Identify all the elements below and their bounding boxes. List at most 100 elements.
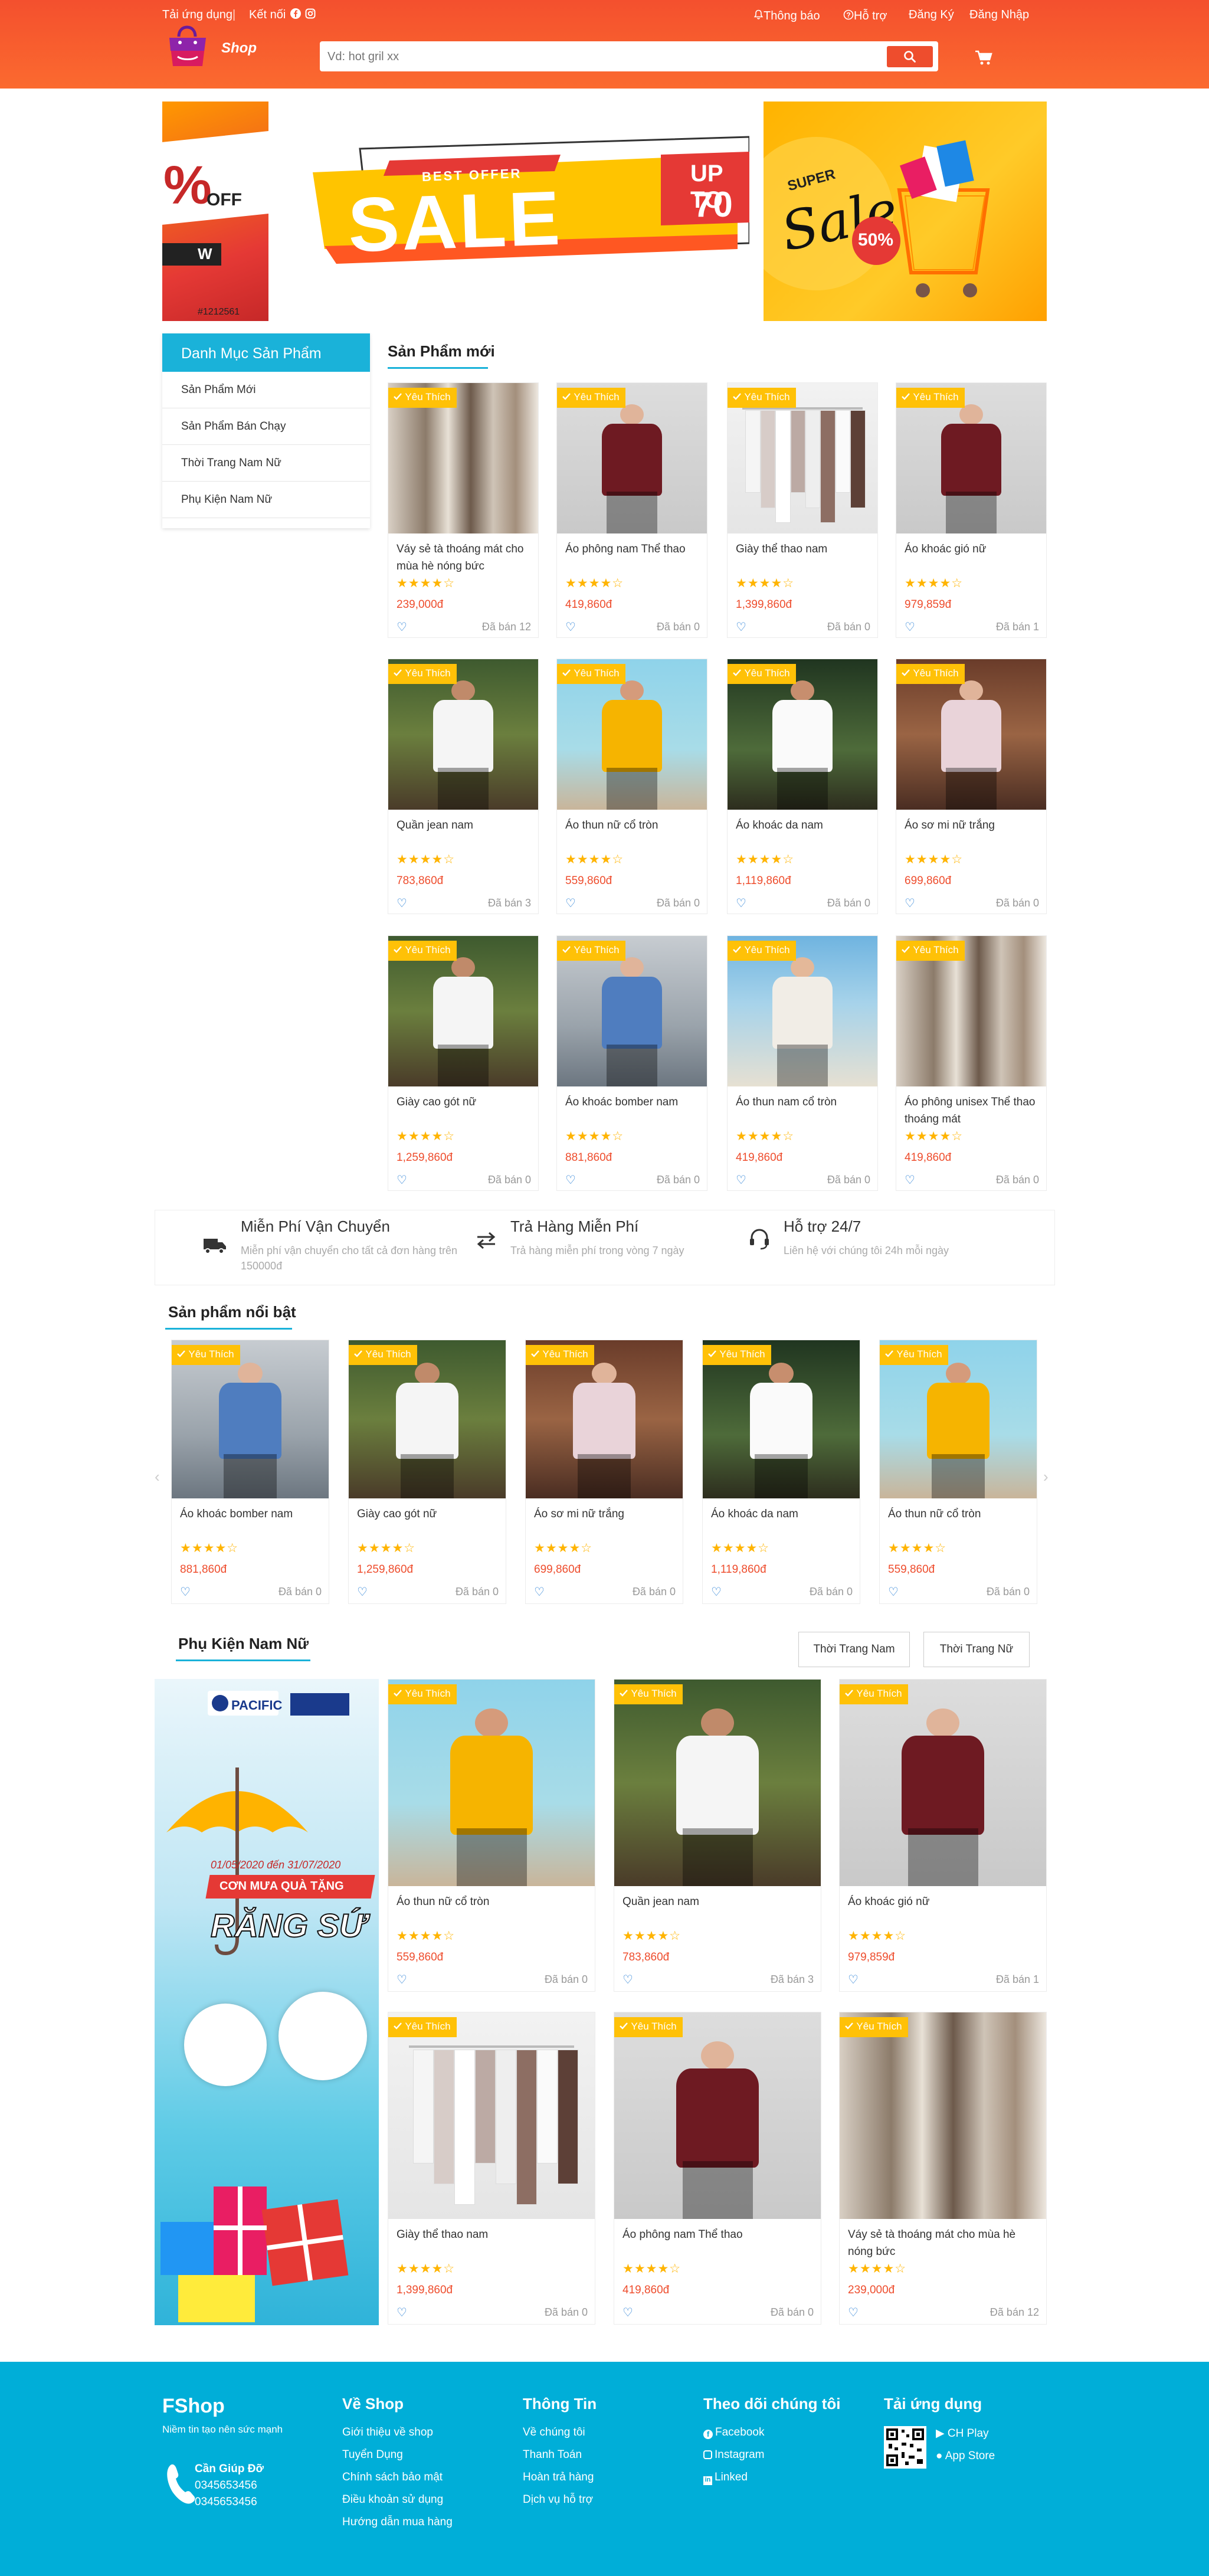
product-name[interactable]: Giày thể thao nam	[736, 541, 871, 558]
product-name[interactable]: Áo thun nữ cổ tròn	[565, 817, 700, 834]
search-button[interactable]	[887, 46, 933, 67]
product-image[interactable]: Yêu Thích	[526, 1340, 683, 1498]
product-card[interactable]: Yêu Thích Áo sơ mi nữ trắng ★★★★☆ 699,86…	[525, 1340, 683, 1604]
product-name[interactable]: Áo khoác gió nữ	[848, 1893, 1034, 1910]
product-card[interactable]: Yêu Thích Áo thun nam cổ tròn ★★★★☆ 419,…	[727, 935, 878, 1191]
sidebar-item-new-products[interactable]: Sản Phẩm Mới	[162, 372, 370, 408]
heart-icon[interactable]: ♡	[565, 896, 576, 911]
heart-icon[interactable]: ♡	[905, 1173, 915, 1187]
notifications-link[interactable]: Thông báo	[753, 8, 820, 22]
product-image[interactable]: Yêu Thích	[728, 383, 877, 533]
heart-icon[interactable]: ♡	[397, 620, 407, 634]
product-image[interactable]: Yêu Thích	[388, 383, 538, 533]
product-card[interactable]: Yêu Thích Áo thun nữ cổ tròn ★★★★☆ 559,8…	[388, 1679, 595, 1992]
heart-icon[interactable]: ♡	[736, 1173, 746, 1187]
product-name[interactable]: Áo khoác bomber nam	[180, 1505, 321, 1523]
product-image[interactable]: Yêu Thích	[840, 1680, 1046, 1886]
carousel-prev-arrow-icon[interactable]: ‹	[155, 1468, 160, 1486]
product-name[interactable]: Áo khoác da nam	[736, 817, 871, 834]
appstore-link[interactable]: ● App Store	[936, 2450, 1018, 2463]
promo-banner[interactable]: PACIFIC 01/05/2020 đến 31/07/2020 CƠN MƯ…	[155, 1679, 379, 2325]
sidebar-item-fashion[interactable]: Thời Trang Nam Nữ	[162, 445, 370, 482]
product-card[interactable]: Yêu Thích Áo thun nữ cổ tròn ★★★★☆ 559,8…	[556, 659, 707, 914]
product-card[interactable]: Yêu Thích Giày cao gót nữ ★★★★☆ 1,259,86…	[388, 935, 539, 1191]
footer-linkedin-link[interactable]: in Linked	[703, 2471, 841, 2485]
heart-icon[interactable]: ♡	[565, 1173, 576, 1187]
cart-icon[interactable]	[975, 50, 992, 66]
product-card[interactable]: Yêu Thích Áo phông unisex Thể thao thoán…	[896, 935, 1047, 1191]
heart-icon[interactable]: ♡	[888, 1585, 899, 1599]
product-name[interactable]: Giày thể thao nam	[397, 2226, 582, 2243]
footer-link[interactable]: Dịch vụ hỗ trợ	[523, 2493, 597, 2506]
banner-left[interactable]: % OFF W #1212561	[162, 102, 268, 321]
product-image[interactable]: Yêu Thích	[840, 2012, 1046, 2219]
product-image[interactable]: Yêu Thích	[614, 1680, 821, 1886]
heart-icon[interactable]: ♡	[397, 1173, 407, 1187]
product-image[interactable]: Yêu Thích	[703, 1340, 860, 1498]
product-image[interactable]: Yêu Thích	[896, 659, 1046, 810]
shop-logo[interactable]: Shop	[162, 24, 263, 74]
product-image[interactable]: Yêu Thích	[896, 383, 1046, 533]
sidebar-item-best-sellers[interactable]: Sản Phẩm Bán Chạy	[162, 408, 370, 445]
product-image[interactable]: Yêu Thích	[172, 1340, 329, 1498]
facebook-icon[interactable]	[290, 8, 301, 22]
product-name[interactable]: Áo phông nam Thể thao	[565, 541, 700, 558]
footer-link[interactable]: Về chúng tôi	[523, 2426, 597, 2439]
footer-link[interactable]: Thanh Toán	[523, 2449, 597, 2462]
sidebar-item-accessories[interactable]: Phụ Kiện Nam Nữ	[162, 482, 370, 518]
tab-women-fashion[interactable]: Thời Trang Nữ	[923, 1632, 1030, 1667]
heart-icon[interactable]: ♡	[622, 1972, 633, 1987]
product-card[interactable]: Yêu Thích Áo phông nam Thể thao ★★★★☆ 41…	[614, 2012, 821, 2325]
heart-icon[interactable]: ♡	[905, 896, 915, 911]
product-name[interactable]: Váy sẻ tà thoáng mát cho mùa hè nóng bức	[397, 541, 532, 575]
footer-facebook-link[interactable]: f Facebook	[703, 2426, 841, 2439]
footer-instagram-link[interactable]: Instagram	[703, 2449, 841, 2462]
product-card[interactable]: Yêu Thích Áo khoác bomber nam ★★★★☆ 881,…	[171, 1340, 329, 1604]
product-card[interactable]: Yêu Thích Áo thun nữ cổ tròn ★★★★☆ 559,8…	[879, 1340, 1037, 1604]
footer-phone-2[interactable]: 0345653456	[195, 2496, 313, 2509]
product-image[interactable]: Yêu Thích	[880, 1340, 1037, 1498]
product-name[interactable]: Quần jean nam	[622, 1893, 808, 1910]
product-card[interactable]: Yêu Thích Áo khoác da nam ★★★★☆ 1,119,86…	[727, 659, 878, 914]
heart-icon[interactable]: ♡	[736, 620, 746, 634]
product-card[interactable]: Yêu Thích Áo khoác gió nữ ★★★★☆ 979,859đ…	[839, 1679, 1047, 1992]
footer-phone-1[interactable]: 0345653456	[195, 2479, 313, 2492]
heart-icon[interactable]: ♡	[905, 620, 915, 634]
product-name[interactable]: Áo thun nam cổ tròn	[736, 1094, 871, 1111]
product-image[interactable]: Yêu Thích	[388, 2012, 595, 2219]
heart-icon[interactable]: ♡	[534, 1585, 545, 1599]
carousel-next-arrow-icon[interactable]: ›	[1043, 1468, 1049, 1486]
product-card[interactable]: Yêu Thích Áo phông nam Thể thao ★★★★☆ 41…	[556, 382, 707, 638]
product-card[interactable]: Yêu Thích Giày thể thao nam ★★★★☆ 1,399,…	[727, 382, 878, 638]
product-card[interactable]: Yêu Thích Quần jean nam ★★★★☆ 783,860đ ♡…	[388, 659, 539, 914]
search-input[interactable]	[327, 48, 888, 66]
product-name[interactable]: Áo khoác gió nữ	[905, 541, 1040, 558]
product-image[interactable]: Yêu Thích	[557, 936, 707, 1086]
product-image[interactable]: Yêu Thích	[388, 659, 538, 810]
product-image[interactable]: Yêu Thích	[388, 936, 538, 1086]
product-name[interactable]: Áo khoác bomber nam	[565, 1094, 700, 1111]
product-image[interactable]: Yêu Thích	[388, 1680, 595, 1886]
heart-icon[interactable]: ♡	[622, 2305, 633, 2320]
product-name[interactable]: Váy sẻ tà thoáng mát cho mùa hè nóng bức	[848, 2226, 1034, 2260]
heart-icon[interactable]: ♡	[848, 2305, 859, 2320]
heart-icon[interactable]: ♡	[397, 2305, 407, 2320]
product-name[interactable]: Áo phông nam Thể thao	[622, 2226, 808, 2243]
product-image[interactable]: Yêu Thích	[896, 936, 1046, 1086]
heart-icon[interactable]: ♡	[711, 1585, 722, 1599]
product-image[interactable]: Yêu Thích	[557, 659, 707, 810]
product-card[interactable]: Yêu Thích Áo sơ mi nữ trắng ★★★★☆ 699,86…	[896, 659, 1047, 914]
heart-icon[interactable]: ♡	[848, 1972, 859, 1987]
product-card[interactable]: Yêu Thích Váy sẻ tà thoáng mát cho mùa h…	[839, 2012, 1047, 2325]
footer-link[interactable]: Giới thiệu về shop	[342, 2426, 453, 2439]
footer-link[interactable]: Điều khoản sử dụng	[342, 2493, 453, 2506]
product-name[interactable]: Giày cao gót nữ	[357, 1505, 498, 1523]
register-link[interactable]: Đăng Ký	[909, 8, 954, 22]
product-image[interactable]: Yêu Thích	[557, 383, 707, 533]
product-name[interactable]: Áo sơ mi nữ trắng	[534, 1505, 675, 1523]
product-image[interactable]: Yêu Thích	[728, 659, 877, 810]
product-card[interactable]: Yêu Thích Giày cao gót nữ ★★★★☆ 1,259,86…	[348, 1340, 506, 1604]
product-name[interactable]: Áo phông unisex Thể thao thoáng mát	[905, 1094, 1040, 1128]
product-card[interactable]: Yêu Thích Áo khoác da nam ★★★★☆ 1,119,86…	[702, 1340, 860, 1604]
instagram-icon[interactable]	[305, 8, 316, 22]
